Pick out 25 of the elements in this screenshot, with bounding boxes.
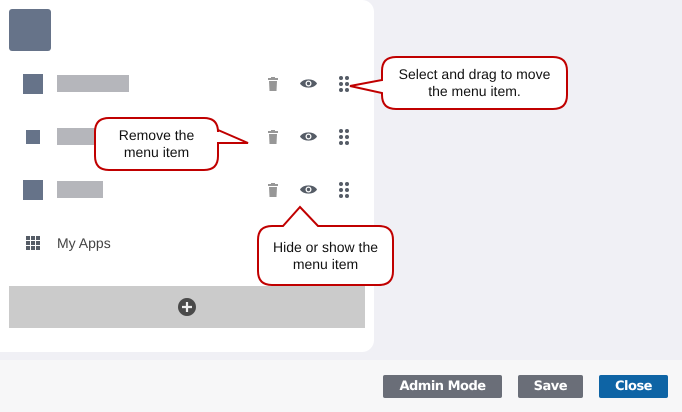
- eye-icon[interactable]: [300, 184, 317, 195]
- footer-button[interactable]: Save: [518, 374, 584, 398]
- menu-item-label[interactable]: My Apps: [57, 234, 111, 250]
- drag-handle-icon[interactable]: [339, 128, 349, 144]
- eye-icon[interactable]: [300, 131, 317, 142]
- footer-button[interactable]: Close: [599, 374, 668, 398]
- label-placeholder: [57, 181, 103, 198]
- label-placeholder: [57, 128, 97, 145]
- drag-handle-icon[interactable]: [339, 182, 349, 198]
- callout-text: Hide or show the menu item: [272, 238, 380, 272]
- drag-handle-icon[interactable]: [339, 76, 349, 92]
- trash-icon[interactable]: [268, 182, 278, 196]
- trash-icon[interactable]: [268, 130, 278, 144]
- label-placeholder: [57, 75, 129, 92]
- add-icon[interactable]: [178, 298, 196, 316]
- item-icon: [23, 180, 43, 200]
- logo: [9, 9, 51, 51]
- callout-text: Select and drag to move the menu item.: [398, 66, 552, 100]
- eye-icon[interactable]: [300, 78, 317, 89]
- callout-text: Remove the menu item: [118, 127, 196, 161]
- item-icon: [26, 130, 40, 144]
- app-grid-icon: [26, 236, 40, 250]
- item-icon: [23, 74, 43, 94]
- trash-icon[interactable]: [268, 76, 278, 90]
- footer-button[interactable]: Admin Mode: [383, 374, 502, 398]
